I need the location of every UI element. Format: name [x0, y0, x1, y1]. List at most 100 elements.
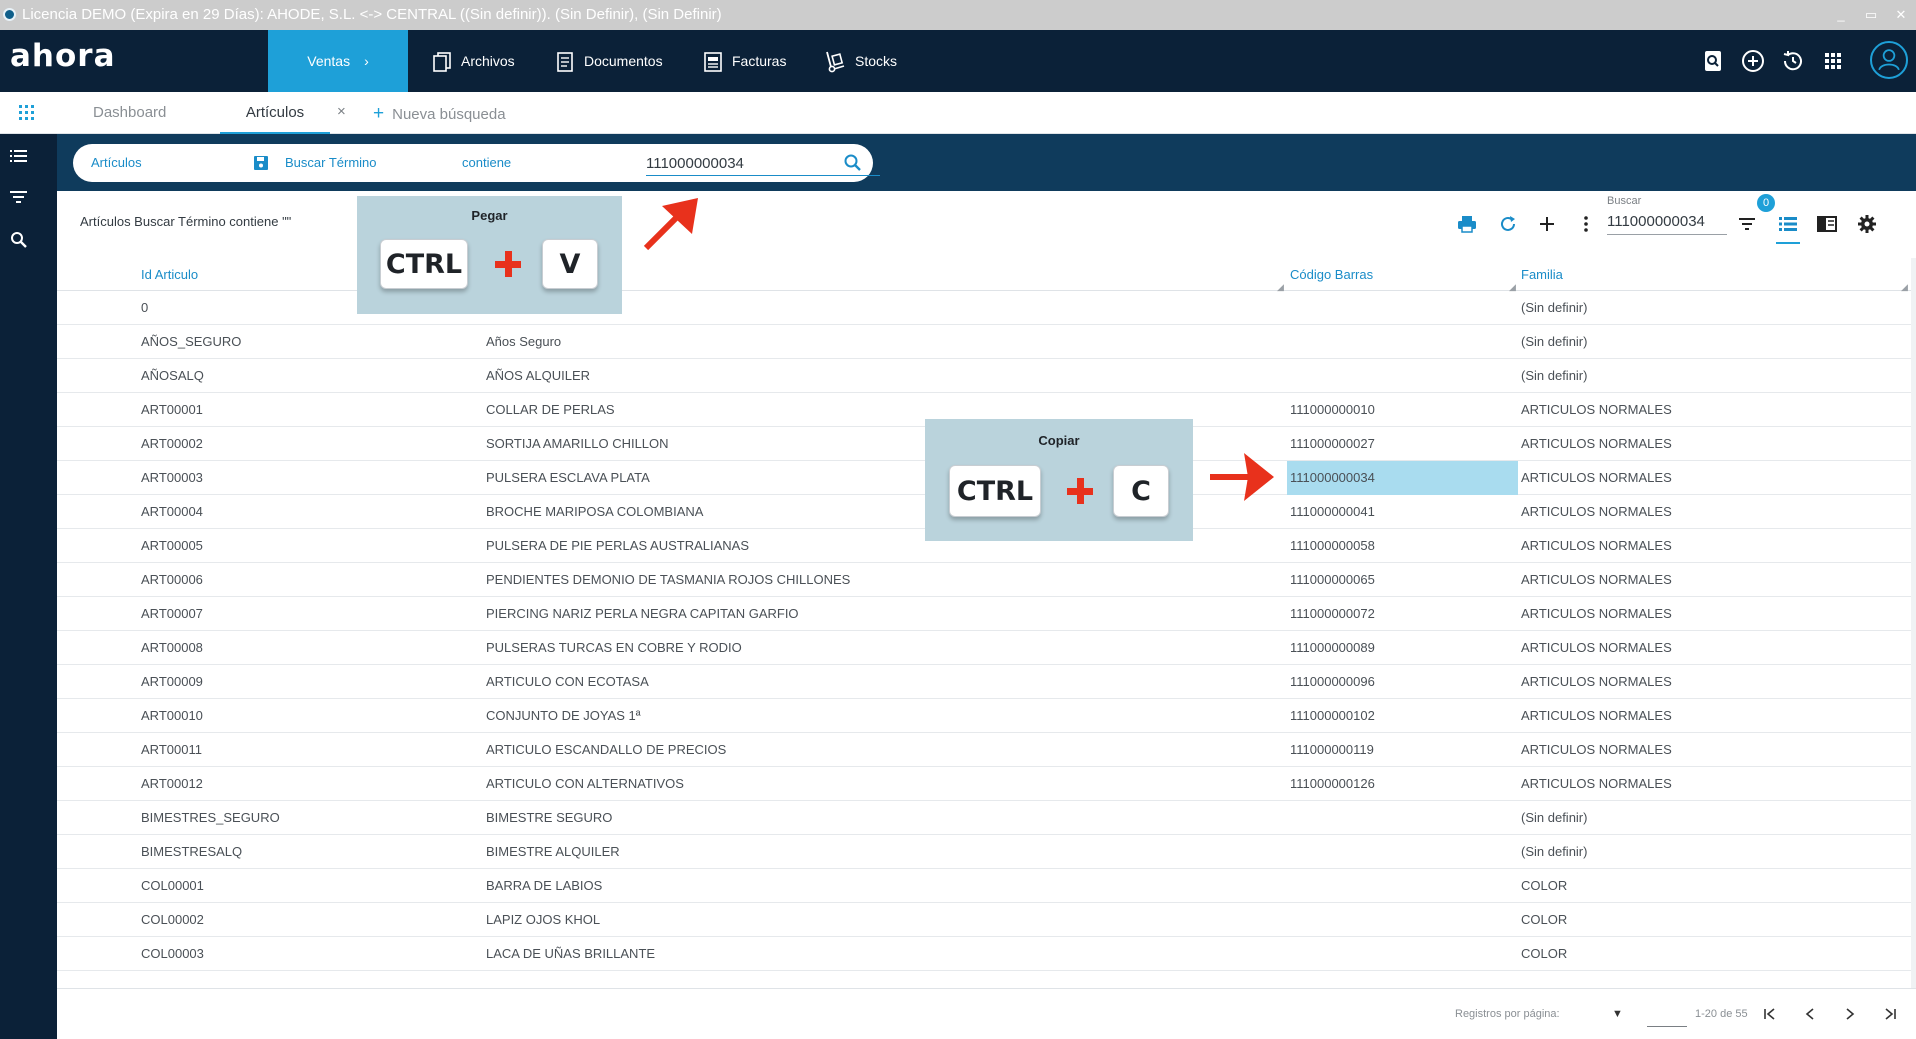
history-icon[interactable] — [1780, 48, 1806, 74]
cell-family[interactable]: ARTICULOS NORMALES — [1521, 767, 1672, 801]
table-row[interactable]: ART00009 ARTICULO CON ECOTASA 111000000096… — [57, 665, 1913, 699]
nav-ventas[interactable]: Ventas › — [268, 30, 408, 92]
cell-description[interactable]: Años Seguro — [486, 325, 561, 359]
search-field[interactable]: Buscar Término — [285, 144, 377, 182]
cell-id[interactable]: COL00001 — [141, 869, 204, 903]
cell-id[interactable]: AÑOSALQ — [141, 359, 204, 393]
gear-icon[interactable] — [1856, 213, 1878, 235]
table-row[interactable]: BIMESTRESALQ BIMESTRE ALQUILER (Sin defini… — [57, 835, 1913, 869]
cell-description[interactable]: BARRA DE LABIOS — [486, 869, 602, 903]
cell-barcode[interactable]: 111000000089 — [1290, 631, 1375, 665]
nav-stocks[interactable]: Stocks — [825, 30, 897, 92]
cell-id[interactable]: ART00004 — [141, 495, 203, 529]
cell-family[interactable]: (Sin definir) — [1521, 359, 1587, 393]
cell-barcode[interactable]: 111000000041 — [1290, 495, 1375, 529]
cell-id[interactable]: AÑOS_SEGURO — [141, 325, 241, 359]
quick-search-input[interactable] — [1607, 209, 1727, 235]
cell-description[interactable]: PIERCING NARIZ PERLA NEGRA CAPITAN GARFI… — [486, 597, 799, 631]
search-doc-icon[interactable] — [1700, 48, 1726, 74]
cell-family[interactable]: COLOR — [1521, 903, 1567, 937]
cell-id[interactable]: ART00011 — [141, 733, 202, 767]
first-page-icon[interactable] — [1763, 1007, 1777, 1021]
cell-description[interactable]: PULSERAS TURCAS EN COBRE Y RODIO — [486, 631, 742, 665]
cell-barcode[interactable]: 111000000096 — [1290, 665, 1375, 699]
cell-id[interactable]: ART00007 — [141, 597, 203, 631]
cell-id[interactable]: 0 — [141, 291, 148, 325]
table-row[interactable]: 0 (Sin definir) — [57, 291, 1913, 325]
next-page-icon[interactable] — [1843, 1007, 1857, 1021]
cell-family[interactable]: ARTICULOS NORMALES — [1521, 563, 1672, 597]
table-row[interactable]: AÑOSALQ AÑOS ALQUILER (Sin definir) — [57, 359, 1913, 393]
cell-barcode[interactable]: 111000000027 — [1290, 427, 1375, 461]
list-view-icon[interactable] — [1777, 213, 1799, 235]
column-header-barcode[interactable]: Código Barras — [1290, 258, 1373, 291]
table-row[interactable]: COL00002 LAPIZ OJOS KHOL COLOR — [57, 903, 1913, 937]
cell-id[interactable]: ART00012 — [141, 767, 203, 801]
cell-family[interactable]: (Sin definir) — [1521, 325, 1587, 359]
cell-barcode[interactable]: 111000000010 — [1290, 393, 1375, 427]
minimize-button[interactable]: _ — [1826, 0, 1856, 30]
cell-description[interactable]: PULSERA DE PIE PERLAS AUSTRALIANAS — [486, 529, 749, 563]
filter-list-icon[interactable] — [1736, 213, 1758, 235]
cell-family[interactable]: ARTICULOS NORMALES — [1521, 631, 1672, 665]
last-page-icon[interactable] — [1883, 1007, 1897, 1021]
nav-archivos[interactable]: Archivos — [433, 30, 515, 92]
save-icon[interactable] — [253, 155, 269, 171]
cell-family[interactable]: (Sin definir) — [1521, 291, 1587, 325]
cell-family[interactable]: ARTICULOS NORMALES — [1521, 495, 1672, 529]
cell-description[interactable]: LACA DE UÑAS BRILLANTE — [486, 937, 655, 971]
cell-barcode[interactable]: 111000000058 — [1290, 529, 1375, 563]
column-header-family[interactable]: Familia — [1521, 258, 1563, 291]
table-row[interactable]: ART00007 PIERCING NARIZ PERLA NEGRA CAPIT… — [57, 597, 1913, 631]
cell-description[interactable]: AÑOS ALQUILER — [486, 359, 590, 393]
nav-facturas[interactable]: Facturas — [704, 30, 786, 92]
table-row[interactable]: AÑOS_SEGURO Años Seguro (Sin definir) — [57, 325, 1913, 359]
cell-id[interactable]: ART00009 — [141, 665, 203, 699]
user-avatar-icon[interactable] — [1870, 41, 1908, 79]
cell-id[interactable]: COL00003 — [141, 937, 204, 971]
table-row[interactable]: ART00012 ARTICULO CON ALTERNATIVOS 1110000… — [57, 767, 1913, 801]
prev-page-icon[interactable] — [1803, 1007, 1817, 1021]
column-header-id[interactable]: Id Articulo — [141, 258, 198, 291]
cell-description[interactable]: BIMESTRE SEGURO — [486, 801, 612, 835]
apps-grid-icon[interactable] — [1820, 48, 1846, 74]
new-search-tab[interactable]: + Nueva búsqueda — [373, 92, 506, 137]
add-circle-icon[interactable] — [1740, 48, 1766, 74]
table-row[interactable]: COL00001 BARRA DE LABIOS COLOR — [57, 869, 1913, 903]
cell-barcode[interactable]: 111000000119 — [1290, 733, 1374, 767]
module-grid-icon[interactable] — [18, 104, 36, 122]
cell-id[interactable]: ART00005 — [141, 529, 203, 563]
cell-family[interactable]: (Sin definir) — [1521, 835, 1587, 869]
ahora-logo[interactable]: ahora — [10, 38, 116, 74]
close-tab-icon[interactable]: × — [337, 92, 346, 132]
cell-family[interactable]: ARTICULOS NORMALES — [1521, 699, 1672, 733]
print-icon[interactable] — [1456, 213, 1478, 235]
cell-description[interactable]: BROCHE MARIPOSA COLOMBIANA — [486, 495, 703, 529]
cell-description[interactable]: ARTICULO CON ECOTASA — [486, 665, 649, 699]
cell-family[interactable]: ARTICULOS NORMALES — [1521, 665, 1672, 699]
vertical-scrollbar[interactable] — [1911, 258, 1916, 988]
cell-barcode[interactable]: 111000000102 — [1290, 699, 1375, 733]
cell-description[interactable]: SORTIJA AMARILLO CHILLON — [486, 427, 669, 461]
tab-articulos[interactable]: Artículos — [220, 92, 330, 134]
cell-description[interactable]: ARTICULO ESCANDALLO DE PRECIOS — [486, 733, 726, 767]
cell-family[interactable]: (Sin definir) — [1521, 801, 1587, 835]
cell-family[interactable]: ARTICULOS NORMALES — [1521, 597, 1672, 631]
cell-barcode[interactable]: 111000000065 — [1290, 563, 1375, 597]
search-operator[interactable]: contiene — [462, 144, 511, 182]
cell-barcode[interactable]: 111000000126 — [1290, 767, 1375, 801]
cell-id[interactable]: COL00002 — [141, 903, 204, 937]
table-row[interactable]: ART00008 PULSERAS TURCAS EN COBRE Y RODIO… — [57, 631, 1913, 665]
cell-id[interactable]: ART00008 — [141, 631, 203, 665]
close-window-button[interactable]: ✕ — [1886, 0, 1916, 30]
list-icon[interactable] — [9, 146, 29, 166]
cell-barcode[interactable]: 111000000072 — [1290, 597, 1375, 631]
tab-dashboard[interactable]: Dashboard — [93, 92, 166, 134]
cell-description[interactable]: PULSERA ESCLAVA PLATA — [486, 461, 650, 495]
search-icon[interactable] — [843, 153, 863, 173]
cell-family[interactable]: COLOR — [1521, 869, 1567, 903]
nav-documentos[interactable]: Documentos — [556, 30, 663, 92]
add-icon[interactable] — [1536, 213, 1558, 235]
table-row[interactable]: ART00006 PENDIENTES DEMONIO DE TASMANIA R… — [57, 563, 1913, 597]
cell-description[interactable]: COLLAR DE PERLAS — [486, 393, 615, 427]
